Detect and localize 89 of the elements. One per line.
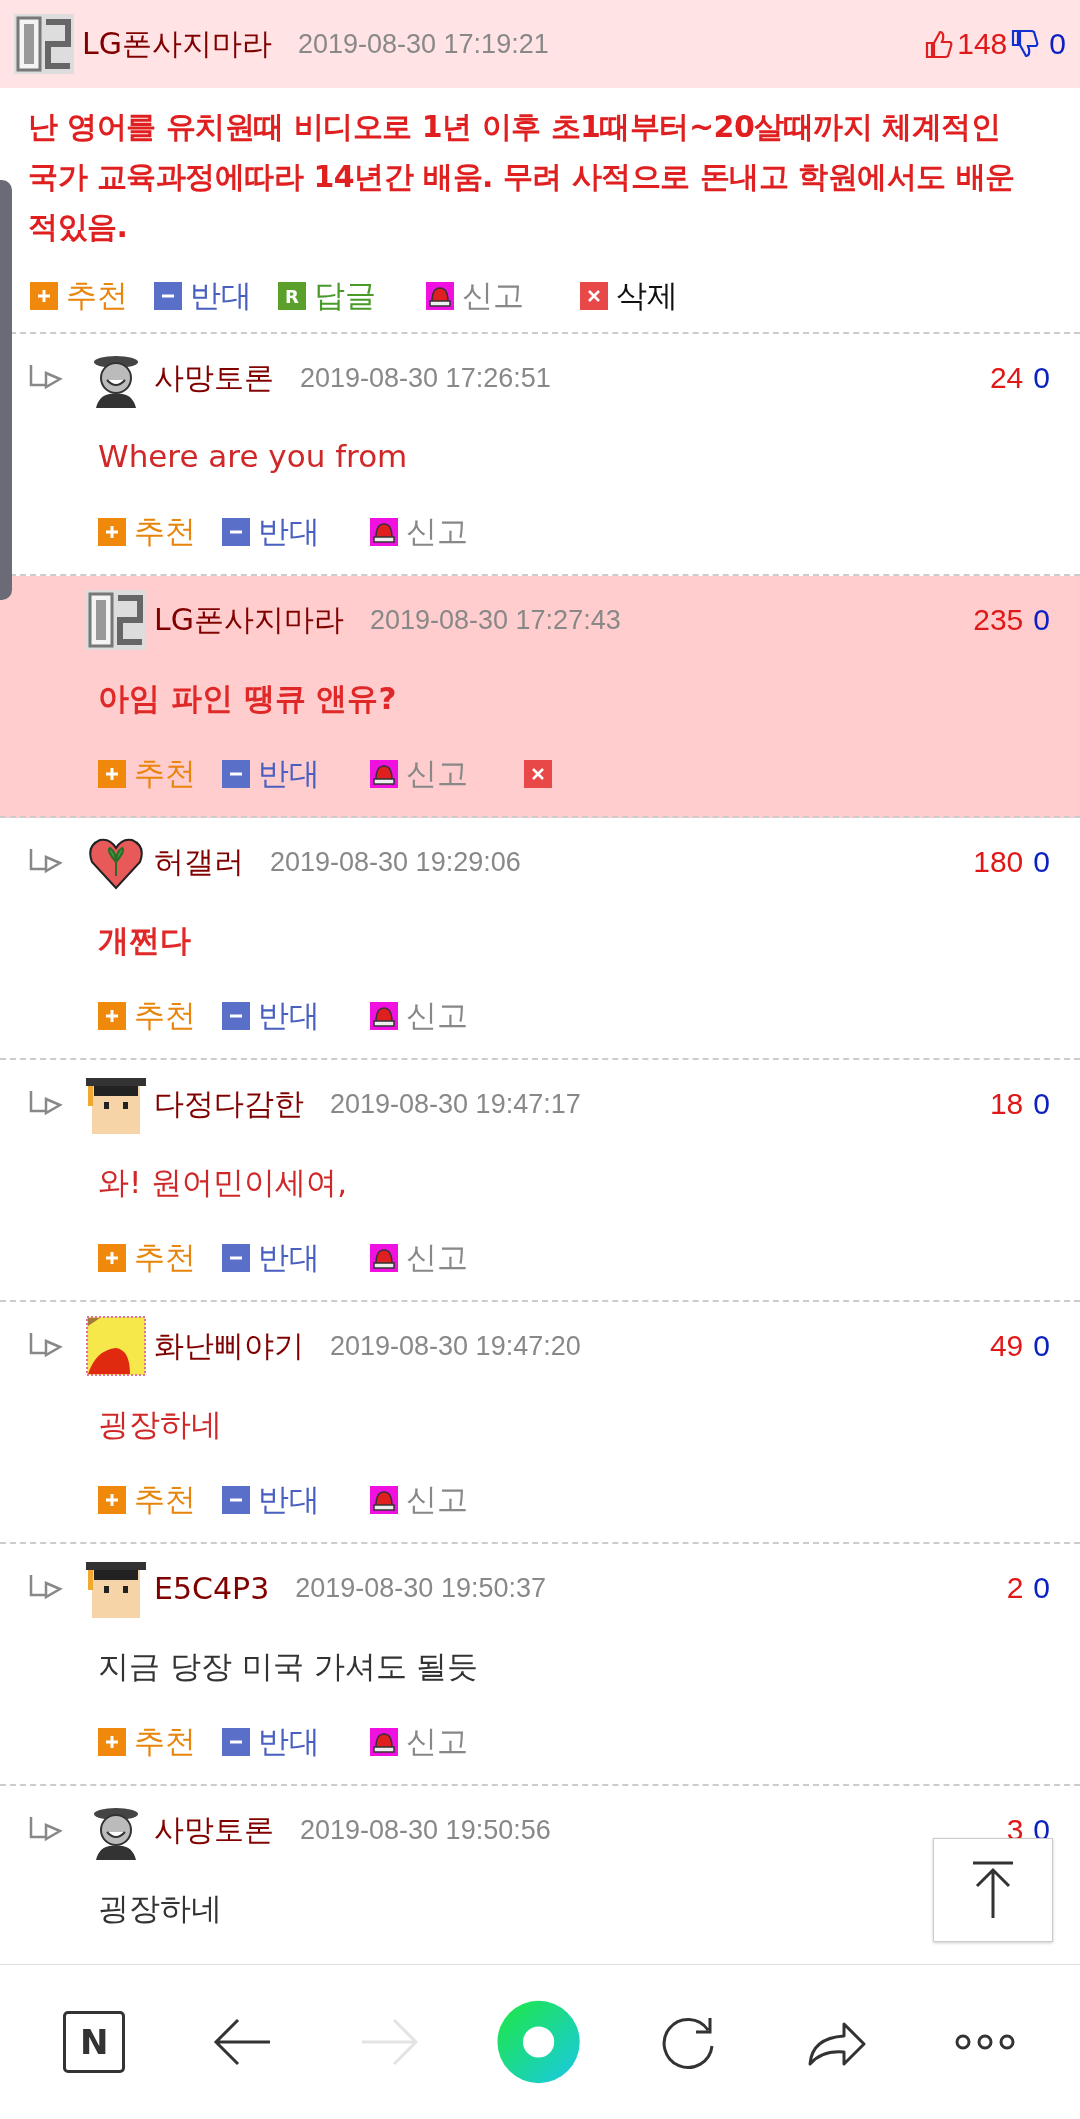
plus-icon[interactable] [98,1244,126,1272]
minus-icon[interactable] [222,1728,250,1756]
comment-date: 2019-08-30 17:27:43 [369,604,621,636]
oppose-button[interactable]: 반대 [258,1479,320,1521]
report-button[interactable]: 신고 [406,995,468,1037]
report-button[interactable]: 신고 [406,511,468,553]
thumbs-down-icon[interactable] [1011,29,1040,59]
thumbs-up-icon[interactable] [925,29,954,59]
plus-icon[interactable] [98,1002,126,1030]
siren-icon[interactable] [370,1728,398,1756]
siren-icon[interactable] [426,282,454,310]
siren-icon[interactable] [370,760,398,788]
author-name[interactable]: 허갤러 [154,841,244,883]
post-date: 2019-08-30 17:19:21 [297,28,549,60]
oppose-button[interactable]: 반대 [258,995,320,1037]
comment-date: 2019-08-30 17:26:51 [300,362,551,394]
scroll-handle[interactable] [0,180,12,600]
comment-date: 2019-08-30 19:50:37 [295,1572,546,1604]
oppose-button[interactable]: 반대 [258,753,320,795]
oppose-button[interactable]: 반대 [258,511,320,553]
recommend-button[interactable]: 추천 [134,1237,196,1279]
downvote-count: 0 [1033,845,1050,879]
siren-icon[interactable] [370,518,398,546]
delete-icon[interactable] [580,282,608,310]
report-button[interactable]: 신고 [462,275,524,317]
author-name[interactable]: 다정다감한 [154,1083,304,1125]
delete-button[interactable]: 삭제 [616,275,678,317]
author-name[interactable]: 화난삐야기 [154,1325,304,1367]
scroll-to-top-button[interactable] [933,1838,1053,1942]
recommend-button[interactable]: 추천 [66,275,128,317]
downvote-count: 0 [1033,1087,1050,1121]
oppose-button[interactable]: 반대 [190,275,252,317]
comment-text: 굉장하네 [98,1405,222,1444]
upvote-count: 18 [989,1087,1024,1121]
comment-text: 아임 파인 땡큐 앤유? [98,679,397,718]
downvote-count: 0 [1033,1329,1050,1363]
delete-icon[interactable] [524,760,552,788]
siren-icon[interactable] [370,1244,398,1272]
minus-icon[interactable] [222,1486,250,1514]
plus-icon[interactable] [30,282,58,310]
post-body: 난 영어를 유치원때 비디오로 1년 이후 초1때부터~20살때까지 체계적인 국가 교육과정에따라 14년간 배움. 무려 사적으로 돈내고 학원에서도 배운적있음. [27,108,1016,246]
minus-icon[interactable] [222,518,250,546]
comment-text: 개쩐다 [98,921,191,960]
upvote-count: 148 [957,27,1008,61]
comment-date: 2019-08-30 19:47:20 [330,1330,581,1362]
recommend-button[interactable]: 추천 [134,995,196,1037]
upvote-count: 2 [1006,1571,1024,1605]
author-name[interactable]: 사망토론 [154,1809,274,1851]
author-name[interactable]: LG폰사지마라 [82,23,272,65]
plus-icon[interactable] [98,1486,126,1514]
oppose-button[interactable]: 반대 [258,1721,320,1763]
report-button[interactable]: 신고 [406,1479,468,1521]
comment-text: 굉장하네 [98,1889,222,1928]
recommend-button[interactable]: 추천 [134,1479,196,1521]
minus-icon[interactable] [154,282,182,310]
comment-text: 와! 원어민이세여, [98,1163,348,1202]
oppose-button[interactable]: 반대 [258,1237,320,1279]
comment-date: 2019-08-30 19:47:17 [330,1088,581,1120]
comment-date: 2019-08-30 19:50:56 [300,1814,551,1846]
report-button[interactable]: 신고 [406,753,468,795]
comment-date: 2019-08-30 19:29:06 [270,846,521,878]
upvote-count: 180 [973,845,1024,879]
report-button[interactable]: 신고 [406,1237,468,1279]
downvote-count: 0 [1049,27,1066,61]
upvote-count: 24 [989,361,1024,395]
recommend-button[interactable]: 추천 [134,511,196,553]
author-name[interactable]: E5C4P3 [154,1570,270,1606]
plus-icon[interactable] [98,1728,126,1756]
report-button[interactable]: 신고 [406,1721,468,1763]
author-name[interactable]: LG폰사지마라 [154,599,344,641]
minus-icon[interactable] [222,760,250,788]
reply-badge[interactable]: R [278,282,306,310]
siren-icon[interactable] [370,1486,398,1514]
minus-icon[interactable] [222,1244,250,1272]
recommend-button[interactable]: 추천 [134,1721,196,1763]
upvote-count: 235 [973,603,1024,637]
author-name[interactable]: 사망토론 [154,357,274,399]
downvote-count: 0 [1033,361,1050,395]
comment-text: Where are you from [98,437,408,476]
plus-icon[interactable] [98,760,126,788]
downvote-count: 0 [1033,1571,1050,1605]
plus-icon[interactable] [98,518,126,546]
reply-button[interactable]: 답글 [314,275,376,317]
downvote-count: 0 [1033,603,1050,637]
siren-icon[interactable] [370,1002,398,1030]
minus-icon[interactable] [222,1002,250,1030]
upvote-count: 49 [989,1329,1024,1363]
naver-button[interactable]: N [63,2011,126,2073]
comment-text: 지금 당장 미국 가셔도 될듯 [98,1647,479,1686]
